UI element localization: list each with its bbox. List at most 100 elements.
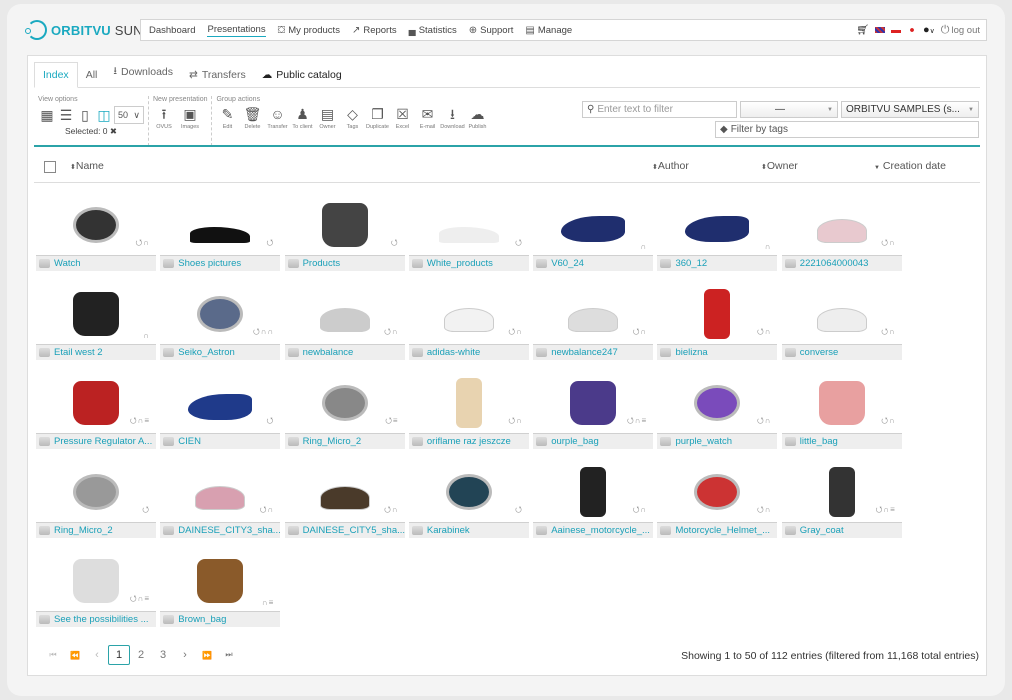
mobile-view-icon[interactable]: ▯ [76, 107, 94, 124]
presentation-item[interactable]: ⭯∩ DAINESE_CITY3_sha... [160, 463, 281, 538]
item-checkbox[interactable] [784, 526, 796, 535]
presentation-name[interactable]: ourple_bag [551, 436, 599, 447]
presentation-caption[interactable]: Gray_coat [781, 522, 902, 538]
presentation-caption[interactable]: Pressure Regulator A... [36, 433, 156, 449]
item-checkbox[interactable] [39, 348, 50, 357]
user-menu[interactable]: ●∨ [923, 24, 935, 36]
filter-select-1[interactable]: — ▼ [740, 101, 838, 118]
presentation-item[interactable]: ⭯∩ newbalance247 [533, 285, 654, 360]
presentation-caption[interactable]: newbalance [284, 344, 405, 360]
presentation-caption[interactable]: 2221064000043 [781, 255, 902, 271]
first-page-icon[interactable]: ⏮ [42, 645, 64, 665]
prev-page-icon[interactable]: ‹ [86, 645, 108, 665]
presentation-name[interactable]: Etail west 2 [54, 347, 103, 358]
presentation-item[interactable]: ⭯ Shoes pictures [160, 196, 281, 271]
item-checkbox[interactable] [287, 259, 299, 268]
item-checkbox[interactable] [163, 348, 175, 357]
item-checkbox[interactable] [287, 437, 299, 446]
presentation-name[interactable]: V60_24 [551, 258, 584, 269]
presentation-caption[interactable]: bielizna [657, 344, 778, 360]
nav-manage[interactable]: ▤ Manage [525, 25, 572, 36]
tab-downloads[interactable]: ⭳ Downloads [105, 57, 181, 87]
owner-button[interactable]: ▤ Owner [316, 106, 338, 130]
item-checkbox[interactable] [287, 348, 299, 357]
presentation-name[interactable]: adidas-white [427, 347, 480, 358]
presentation-name[interactable]: Watch [54, 258, 81, 269]
presentation-item[interactable]: ⭯ Ring_Micro_2 [36, 463, 156, 538]
presentation-name[interactable]: purple_watch [675, 436, 732, 447]
presentation-item[interactable]: ⭯∩∩ Seiko_Astron [160, 285, 281, 360]
presentation-name[interactable]: Pressure Regulator A... [54, 436, 152, 447]
presentation-item[interactable]: ⭯ Products [284, 196, 405, 271]
tab-index[interactable]: Index [34, 62, 78, 88]
presentation-item[interactable]: ⭯≡ Ring_Micro_2 [284, 374, 405, 449]
duplicate-button[interactable]: ❐ Duplicate [366, 106, 389, 130]
presentation-item[interactable]: ⭯∩ Motorcycle_Helmet_... [657, 463, 778, 538]
presentation-caption[interactable]: Brown_bag [160, 611, 281, 627]
clear-selection-icon[interactable]: ✖ [110, 126, 117, 136]
presentation-item[interactable]: ⭯∩ oriflame raz jeszcze [408, 374, 529, 449]
presentation-item[interactable]: ⭯∩≡ Pressure Regulator A... [36, 374, 156, 449]
nav-presentations[interactable]: Presentations [207, 24, 266, 37]
presentation-name[interactable]: See the possibilities ... [54, 614, 149, 625]
presentation-caption[interactable]: DAINESE_CITY5_sha... [284, 522, 405, 538]
presentation-item[interactable]: ⭯ White_products [408, 196, 529, 271]
item-checkbox[interactable] [411, 437, 423, 446]
item-checkbox[interactable] [39, 259, 50, 268]
presentation-item[interactable]: ⭯ CIEN [160, 374, 281, 449]
item-checkbox[interactable] [411, 348, 423, 357]
to-client-button[interactable]: ♟ To client [291, 106, 313, 130]
item-checkbox[interactable] [536, 437, 548, 446]
item-checkbox[interactable] [660, 348, 672, 357]
nav-support[interactable]: ⊕ Support [469, 25, 514, 36]
presentation-thumbnail[interactable] [36, 285, 156, 342]
presentation-name[interactable]: CIEN [178, 436, 201, 447]
presentation-caption[interactable]: purple_watch [657, 433, 778, 449]
select-all-checkbox[interactable] [44, 161, 56, 173]
next-page-icon[interactable]: › [174, 645, 196, 665]
item-checkbox[interactable] [660, 437, 672, 446]
nav-dashboard[interactable]: Dashboard [149, 25, 195, 36]
item-checkbox[interactable] [163, 526, 175, 535]
tab-all[interactable]: All [78, 63, 106, 87]
presentation-item[interactable]: ⭯∩ DAINESE_CITY5_sha... [284, 463, 405, 538]
page-size-select[interactable]: 50 ∨ [114, 106, 144, 124]
presentation-caption[interactable]: newbalance247 [533, 344, 654, 360]
presentation-caption[interactable]: Shoes pictures [160, 255, 281, 271]
presentation-caption[interactable]: Aainese_motorcycle_... [533, 522, 654, 538]
email-button[interactable]: ✉ E-mail [416, 106, 438, 130]
filter-select-2[interactable]: ORBITVU SAMPLES (s... ▼ [841, 101, 979, 118]
presentation-item[interactable]: ⭯∩ purple_watch [657, 374, 778, 449]
cart-icon[interactable]: 🛒︎ [856, 25, 869, 36]
transfer-button[interactable]: ☺ Transfer [266, 106, 288, 130]
presentation-name[interactable]: Motorcycle_Helmet_... [675, 525, 770, 536]
page-3[interactable]: 3 [152, 645, 174, 665]
presentation-item[interactable]: ∩ V60_24 [533, 196, 654, 271]
item-checkbox[interactable] [163, 437, 175, 446]
item-checkbox[interactable] [536, 526, 548, 535]
presentation-name[interactable]: Brown_bag [178, 614, 226, 625]
next-fast-icon[interactable]: ⏩ [196, 645, 218, 665]
item-checkbox[interactable] [39, 615, 50, 624]
tab-transfers[interactable]: ⇄ Transfers [181, 63, 254, 87]
presentation-caption[interactable]: converse [781, 344, 902, 360]
item-checkbox[interactable] [784, 348, 796, 357]
presentation-item[interactable]: ∩ 360_12 [657, 196, 778, 271]
edit-button[interactable]: ✎ Edit [216, 106, 238, 130]
page-1[interactable]: 1 [108, 645, 130, 665]
presentation-thumbnail[interactable] [285, 196, 405, 253]
tab-public-catalog[interactable]: ☁ Public catalog [254, 63, 350, 87]
presentation-name[interactable]: oriflame raz jeszcze [427, 436, 511, 447]
nav-statistics[interactable]: ▄ Statistics [409, 25, 457, 36]
presentation-item[interactable]: ⭯∩≡ See the possibilities ... [36, 552, 156, 627]
presentation-caption[interactable]: Etail west 2 [36, 344, 156, 360]
presentation-caption[interactable]: Motorcycle_Helmet_... [657, 522, 778, 538]
item-checkbox[interactable] [536, 259, 548, 268]
presentation-item[interactable]: ⭯∩ adidas-white [408, 285, 529, 360]
presentation-caption[interactable]: CIEN [160, 433, 281, 449]
presentation-item[interactable]: ∩ Etail west 2 [36, 285, 156, 360]
presentation-thumbnail[interactable] [409, 196, 529, 253]
item-checkbox[interactable] [784, 437, 796, 446]
presentation-item[interactable]: ⭯∩ 2221064000043 [781, 196, 902, 271]
column-name[interactable]: ⬍Name [70, 160, 104, 172]
